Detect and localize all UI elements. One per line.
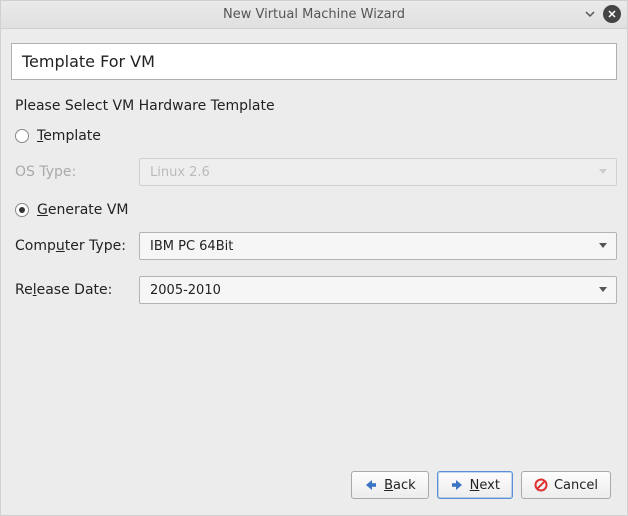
radio-icon (15, 203, 29, 217)
chevron-down-icon (598, 285, 608, 295)
button-row: Back Next Cancel (11, 463, 617, 507)
close-icon[interactable] (603, 5, 621, 23)
radio-generate-label: Generate VM (37, 202, 129, 218)
titlebar-controls (581, 5, 621, 23)
titlebar: New Virtual Machine Wizard (1, 1, 627, 29)
radio-template[interactable]: Template (15, 128, 617, 144)
radio-icon (15, 129, 29, 143)
back-button[interactable]: Back (351, 471, 429, 499)
computer-type-label: Computer Type: (15, 238, 139, 254)
radio-generate[interactable]: Generate VM (15, 202, 617, 218)
window-title: New Virtual Machine Wizard (223, 7, 405, 22)
cancel-button[interactable]: Cancel (521, 471, 611, 499)
radio-template-label: Template (37, 128, 101, 144)
computer-type-value: IBM PC 64Bit (150, 239, 233, 254)
release-date-row: Release Date: 2005-2010 (15, 276, 617, 304)
release-date-combo[interactable]: 2005-2010 (139, 276, 617, 304)
release-date-label: Release Date: (15, 282, 139, 298)
minimize-icon[interactable] (581, 5, 599, 23)
cancel-label: Cancel (554, 478, 598, 493)
wizard-window: New Virtual Machine Wizard Template For … (0, 0, 628, 516)
section-label: Please Select VM Hardware Template (15, 98, 617, 114)
chevron-down-icon (598, 241, 608, 251)
page-title: Template For VM (11, 43, 617, 80)
spacer (11, 316, 617, 463)
release-date-value: 2005-2010 (150, 283, 221, 298)
wizard-content: Template For VM Please Select VM Hardwar… (1, 29, 627, 515)
next-label: Next (470, 478, 500, 493)
next-button[interactable]: Next (437, 471, 513, 499)
os-type-combo: Linux 2.6 (139, 158, 617, 186)
chevron-down-icon (598, 167, 608, 177)
os-type-row: OS Type: Linux 2.6 (15, 158, 617, 186)
os-type-label: OS Type: (15, 164, 139, 180)
back-label: Back (384, 478, 416, 493)
computer-type-combo[interactable]: IBM PC 64Bit (139, 232, 617, 260)
cancel-icon (534, 478, 548, 492)
arrow-right-icon (450, 478, 464, 492)
computer-type-row: Computer Type: IBM PC 64Bit (15, 232, 617, 260)
os-type-value: Linux 2.6 (150, 165, 210, 180)
arrow-left-icon (364, 478, 378, 492)
